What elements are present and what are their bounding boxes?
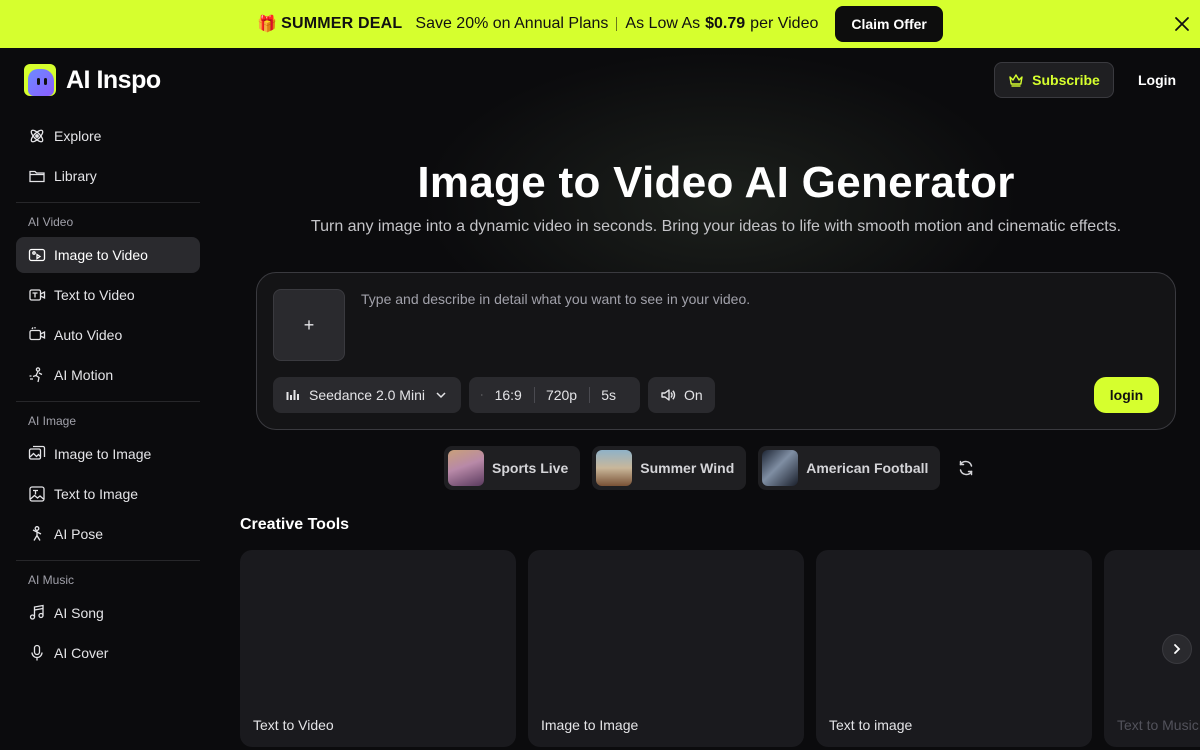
music-note-icon (29, 604, 44, 620)
example-thumbnail (596, 450, 633, 486)
text-image-icon (29, 486, 45, 502)
subscribe-label: Subscribe (1032, 72, 1100, 88)
page-title: Image to Video AI Generator (417, 158, 1015, 207)
sidebar-item-library[interactable]: Library (16, 158, 200, 194)
folder-icon (29, 170, 45, 183)
sidebar-item-label: AI Cover (54, 645, 109, 661)
sidebar-item-image-to-image[interactable]: Image to Image (16, 436, 200, 472)
camera-icon (29, 327, 46, 341)
tool-card-text-to-video[interactable]: Text to Video (240, 550, 516, 747)
close-icon[interactable] (1172, 14, 1192, 34)
login-link[interactable]: Login (1138, 72, 1176, 88)
sidebar-item-label: Text to Image (54, 486, 139, 502)
example-thumbnail (762, 450, 799, 486)
tool-card-title: Text to Music (1117, 717, 1199, 733)
image-image-icon (28, 445, 46, 460)
tool-card-title: Text to Video (253, 717, 334, 733)
generate-login-button[interactable]: login (1094, 377, 1159, 413)
sidebar-item-label: Text to Video (54, 287, 135, 303)
sound-label: On (684, 387, 703, 403)
sidebar-item-label: Image to Video (54, 247, 148, 263)
sidebar-item-ai-pose[interactable]: AI Pose (16, 516, 200, 552)
brand-name: AI Inspo (66, 65, 161, 94)
tool-card-image-to-image[interactable]: Image to Image (528, 550, 804, 747)
example-chip-sports-live[interactable]: Sports Live (444, 446, 581, 490)
promo-offer-text: Save 20% on Annual Plans (415, 15, 609, 32)
gift-icon: 🎁 (257, 16, 278, 33)
atom-icon (30, 129, 44, 143)
example-chip-american-football[interactable]: American Football (758, 446, 941, 490)
sidebar-item-ai-motion[interactable]: AI Motion (16, 357, 200, 393)
prompt-panel: + Seedance 2.0 Mini 16:9 720p 5s On logi… (256, 272, 1176, 430)
pose-icon (32, 526, 42, 541)
sound-toggle[interactable]: On (648, 377, 715, 413)
example-label: Sports Live (492, 460, 569, 476)
sidebar-item-label: AI Song (54, 605, 104, 621)
microphone-icon (31, 644, 43, 661)
sidebar-item-ai-cover[interactable]: AI Cover (16, 635, 200, 671)
tool-card-title: Text to image (829, 717, 913, 733)
upload-image-button[interactable]: + (273, 289, 345, 361)
example-thumbnail (448, 450, 484, 486)
promo-price: $0.79 (705, 15, 746, 32)
sidebar-item-auto-video[interactable]: Auto Video (16, 317, 200, 353)
promo-divider (616, 17, 618, 31)
section-title-ai-image: AI Image (28, 414, 77, 428)
tool-card-title: Image to Image (541, 717, 639, 733)
sidebar-nav: Explore Library AI Video Image to Video … (16, 118, 200, 675)
claim-offer-button[interactable]: Claim Offer (835, 6, 943, 42)
sidebar-item-label: Auto Video (54, 327, 123, 343)
sidebar-item-image-to-video[interactable]: Image to Video (16, 237, 200, 273)
resolution-value: 720p (545, 387, 578, 403)
section-title-ai-music: AI Music (28, 573, 75, 587)
speaker-icon (661, 389, 676, 401)
logo-icon (24, 64, 56, 96)
prompt-input[interactable] (361, 291, 1141, 307)
image-video-icon (28, 248, 46, 262)
section-title-ai-video: AI Video (28, 215, 74, 229)
sidebar-item-label: Image to Image (54, 446, 152, 462)
motion-icon (29, 367, 43, 383)
sidebar-item-label: AI Pose (54, 526, 104, 542)
text-video-icon (29, 289, 46, 301)
example-prompts: Sports Live Summer Wind American Footbal… (444, 446, 976, 490)
refresh-icon[interactable] (956, 458, 976, 478)
chevron-down-icon (436, 392, 446, 399)
promo-deal-label: SUMMER DEAL (281, 15, 403, 32)
promo-price-suffix: per Video (750, 15, 819, 32)
sidebar-divider (16, 202, 200, 203)
page-subtitle: Turn any image into a dynamic video in s… (310, 218, 1122, 235)
video-settings-select[interactable]: 16:9 720p 5s (469, 377, 640, 413)
promo-banner: 🎁 SUMMER DEAL Save 20% on Annual Plans A… (0, 0, 1200, 48)
tool-card-text-to-image[interactable]: Text to image (816, 550, 1092, 747)
model-label: Seedance 2.0 Mini (309, 387, 425, 403)
duration-value: 5s (601, 387, 616, 403)
brand-logo[interactable]: AI Inspo (24, 64, 161, 96)
creative-tools-carousel: Text to Video Image to Image Text to ima… (240, 550, 1200, 750)
sidebar-item-ai-song[interactable]: AI Song (16, 595, 200, 631)
sidebar-item-label: AI Motion (54, 367, 114, 383)
chevron-right-icon (1174, 644, 1181, 654)
creative-tools-title: Creative Tools (240, 516, 350, 533)
example-chip-summer-wind[interactable]: Summer Wind (592, 446, 747, 490)
model-select[interactable]: Seedance 2.0 Mini (273, 377, 461, 413)
bar-chart-icon (286, 390, 299, 400)
carousel-next-button[interactable] (1162, 634, 1192, 664)
aspect-ratio-value: 16:9 (494, 387, 522, 403)
sidebar-item-explore[interactable]: Explore (16, 118, 200, 154)
sidebar-divider (16, 560, 200, 561)
sidebar-item-label: Explore (54, 128, 102, 144)
promo-price-prefix: As Low As (625, 15, 701, 32)
sidebar-item-label: Library (54, 168, 97, 184)
sidebar-item-text-to-video[interactable]: Text to Video (16, 277, 200, 313)
example-label: American Football (806, 460, 929, 476)
sidebar-divider (16, 401, 200, 402)
sidebar-item-text-to-image[interactable]: Text to Image (16, 476, 200, 512)
example-label: Summer Wind (640, 460, 735, 476)
